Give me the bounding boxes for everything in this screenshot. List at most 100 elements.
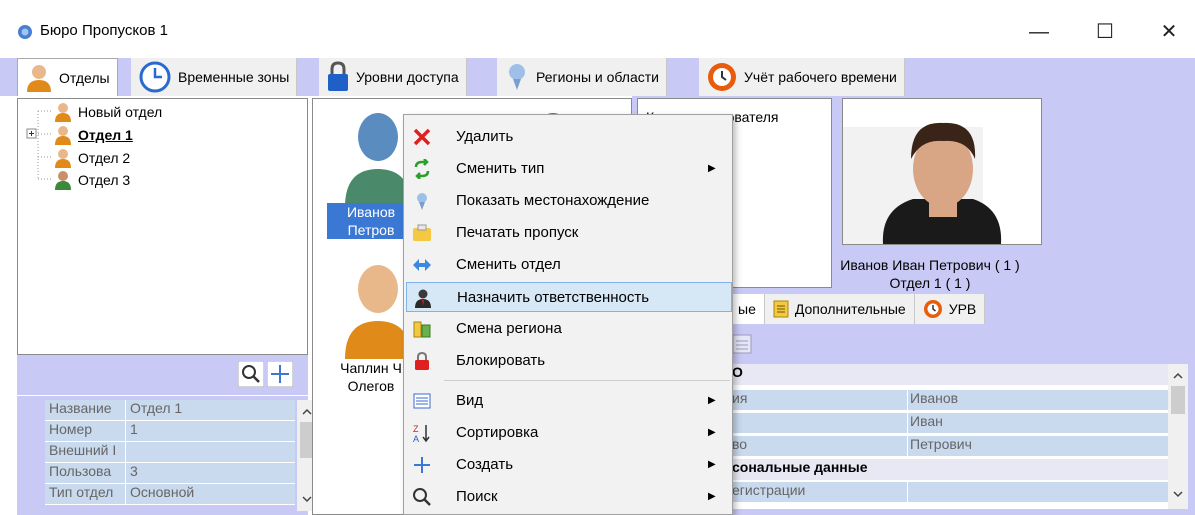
menu-item-block[interactable]: Блокировать <box>406 346 732 376</box>
property-row[interactable]: Пользова 3 <box>45 463 295 484</box>
menu-item-create[interactable]: Создать ▶ <box>406 450 732 480</box>
department-toolbar <box>17 355 308 395</box>
menu-item-label: Вид <box>456 392 484 409</box>
submenu-arrow-icon: ▶ <box>708 395 716 406</box>
move-icon <box>413 259 431 271</box>
submenu-arrow-icon: ▶ <box>708 427 716 438</box>
tab-main-data[interactable]: ые <box>730 294 765 324</box>
menu-item-change-region[interactable]: Смена региона <box>406 314 732 344</box>
menu-item-assign-responsibility[interactable]: Назначить ответственность <box>406 282 732 312</box>
department-person-icon <box>55 149 71 168</box>
stopwatch-icon <box>923 300 942 318</box>
user-photo <box>842 98 1042 245</box>
property-row[interactable]: Иван <box>730 413 1170 434</box>
menu-item-label: Блокировать <box>456 352 546 369</box>
tab-label: Отделы <box>59 69 110 86</box>
property-key <box>730 413 908 434</box>
tab-regions[interactable]: Регионы и области <box>497 58 667 96</box>
minimize-button[interactable]: — <box>1017 14 1061 50</box>
block-icon <box>415 351 429 370</box>
view-icon <box>413 393 431 409</box>
location-icon <box>417 193 427 210</box>
property-value: 3 <box>126 463 295 484</box>
property-row[interactable]: Название Отдел 1 <box>45 400 295 421</box>
context-menu: Удалить Сменить тип ▶ Показать местонахо… <box>403 114 733 515</box>
property-value <box>908 482 1170 503</box>
property-row[interactable]: ия Иванов <box>730 390 1170 411</box>
tree-item-new-dept[interactable]: Новый отдел <box>54 101 162 123</box>
add-icon[interactable] <box>267 361 293 387</box>
department-person-icon <box>55 171 71 190</box>
menu-item-show-location[interactable]: Показать местонахождение <box>406 186 732 216</box>
tree-item-dept-3[interactable]: Отдел 3 <box>54 169 130 191</box>
menu-item-sort[interactable]: ZA Сортировка ▶ <box>406 418 732 448</box>
lock-icon <box>328 61 348 91</box>
property-key: Пользова <box>45 463 126 484</box>
delete-icon <box>413 128 431 146</box>
submenu-arrow-icon: ▶ <box>708 491 716 502</box>
menu-item-label: Удалить <box>456 128 514 145</box>
tab-label: Учёт рабочего времени <box>744 69 897 85</box>
person-grid-scrollbar[interactable] <box>1168 364 1188 509</box>
sort-icon: ZA <box>413 424 430 443</box>
person-property-grid: О ия Иванов Иван во Петрович сональные дан… <box>730 364 1170 509</box>
tab-time-tracking-details[interactable]: УРВ <box>914 294 986 324</box>
department-properties: Название Отдел 1 Номер 1 Внешний I Пользов… <box>17 396 317 515</box>
user-caption-selected[interactable]: Иванов Петров <box>327 203 415 239</box>
maximize-button[interactable]: ☐ <box>1083 14 1127 50</box>
assign-icon <box>415 289 431 308</box>
menu-item-change-department[interactable]: Сменить отдел <box>406 250 732 280</box>
menu-item-label: Назначить ответственность <box>457 289 650 306</box>
document-icon <box>773 300 789 318</box>
tab-time-zones[interactable]: Временные зоны <box>131 58 298 96</box>
person-name-block: Иванов Иван Петрович ( 1 ) Отдел 1 ( 1 ) <box>790 256 1070 292</box>
menu-item-view[interactable]: Вид ▶ <box>406 386 732 416</box>
menu-item-print-pass[interactable]: Печатать пропуск <box>406 218 732 248</box>
grid-view-icon[interactable] <box>732 334 752 354</box>
grid-category[interactable]: сональные данные <box>730 459 1170 480</box>
property-key: во <box>730 436 908 457</box>
tab-additional[interactable]: Дополнительные <box>764 294 915 324</box>
property-row[interactable]: во Петрович <box>730 436 1170 457</box>
property-key: Название <box>45 400 126 421</box>
menu-item-delete[interactable]: Удалить <box>406 122 732 152</box>
tree-item-label: Отдел 1 <box>78 127 133 143</box>
property-value: Иван <box>908 413 1170 434</box>
property-value <box>126 442 295 463</box>
property-row[interactable]: егистрации <box>730 482 1170 503</box>
person-department: Отдел 1 ( 1 ) <box>889 275 971 291</box>
menu-item-search[interactable]: Поиск ▶ <box>406 482 732 512</box>
property-value: 1 <box>126 421 295 442</box>
property-row[interactable]: Номер 1 <box>45 421 295 442</box>
tab-departments[interactable]: Отделы <box>17 58 118 96</box>
svg-text:Z: Z <box>413 424 419 434</box>
department-person-icon <box>55 103 71 122</box>
stopwatch-icon <box>708 63 736 91</box>
menu-item-label: Печатать пропуск <box>456 224 579 241</box>
search-icon[interactable] <box>238 361 264 387</box>
tab-label: Дополнительные <box>794 301 906 317</box>
tab-time-tracking[interactable]: Учёт рабочего времени <box>699 58 905 96</box>
user-caption[interactable]: Чаплин Ч Олегов <box>327 359 415 395</box>
close-button[interactable]: ✕ <box>1147 14 1191 50</box>
menu-item-change-type[interactable]: Сменить тип ▶ <box>406 154 732 184</box>
region-icon <box>413 321 431 338</box>
property-value: Петрович <box>908 436 1170 457</box>
menu-item-label: Создать <box>456 456 514 473</box>
tab-label: УРВ <box>948 301 977 317</box>
menu-item-label: Смена региона <box>456 320 562 337</box>
user-photo-image <box>843 99 1041 244</box>
search-icon <box>413 488 431 506</box>
tab-access-levels[interactable]: Уровни доступа <box>319 58 467 96</box>
category-label: сональные данные <box>732 459 868 475</box>
scrollbar-arrows-icon <box>1171 372 1185 498</box>
property-row[interactable]: Внешний I <box>45 442 295 463</box>
tree-item-dept-1[interactable]: Отдел 1 <box>54 124 133 146</box>
tree-item-dept-2[interactable]: Отдел 2 <box>54 147 130 169</box>
detail-tabs: ые Дополнительные УРВ <box>730 294 986 324</box>
person-full-name: Иванов Иван Петрович ( 1 ) <box>840 257 1020 273</box>
tab-label: Уровни доступа <box>356 69 459 85</box>
submenu-arrow-icon: ▶ <box>708 459 716 470</box>
property-row[interactable]: Тип отдел Основной <box>45 484 295 505</box>
grid-category[interactable]: О <box>730 364 1170 385</box>
